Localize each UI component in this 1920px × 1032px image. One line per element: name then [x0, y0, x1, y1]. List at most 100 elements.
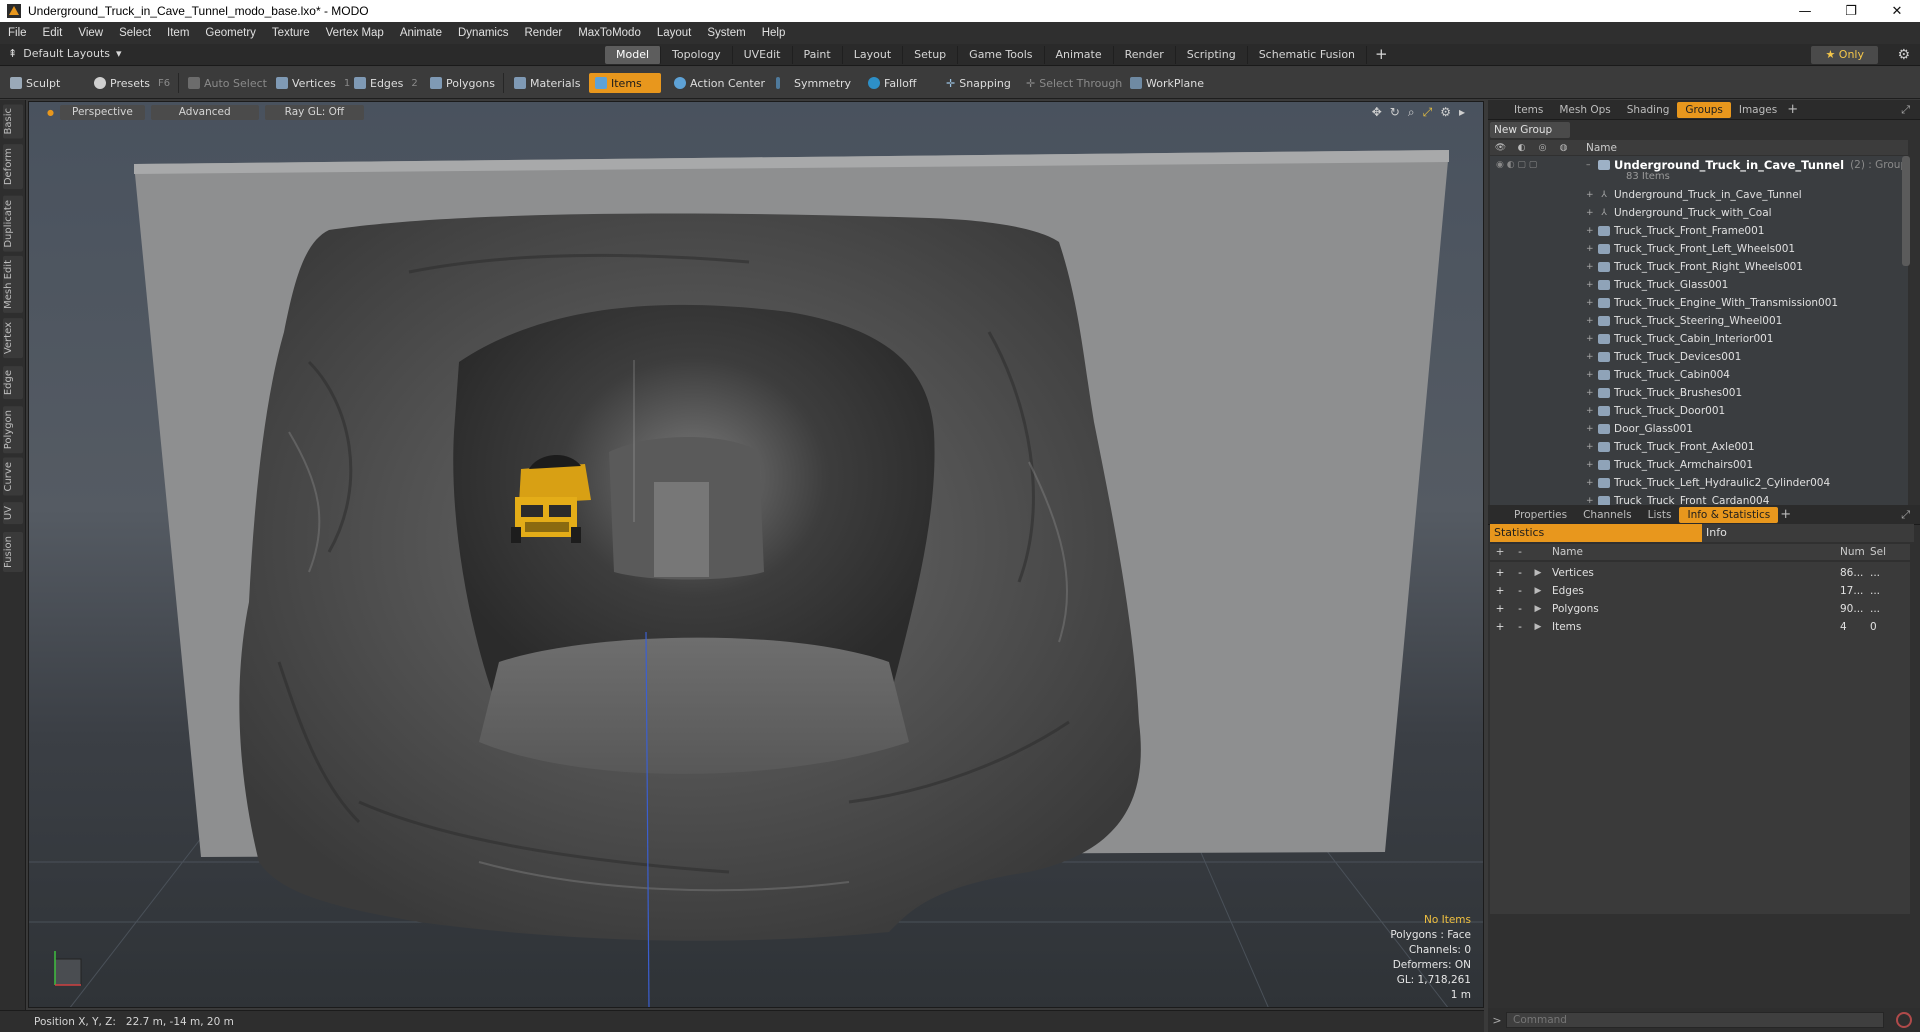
group-item-row[interactable]: + Truck_Truck_Cabin004: [1490, 366, 1908, 384]
group-item-row[interactable]: + Truck_Truck_Glass001: [1490, 276, 1908, 294]
group-item-row[interactable]: + Truck_Truck_Front_Axle001: [1490, 438, 1908, 456]
expand-icon[interactable]: +: [1586, 334, 1598, 344]
minimize-button[interactable]: —: [1782, 0, 1828, 22]
tab-game-tools[interactable]: Game Tools: [958, 46, 1045, 64]
group-list-scrollbar[interactable]: [1902, 156, 1910, 266]
expand-icon[interactable]: +: [1586, 388, 1598, 398]
expand-icon[interactable]: +: [1586, 352, 1598, 362]
expand-icon[interactable]: +: [1586, 190, 1598, 200]
group-item-row[interactable]: + Truck_Truck_Brushes001: [1490, 384, 1908, 402]
expand-icon[interactable]: +: [1586, 280, 1598, 290]
group-item-row[interactable]: + Truck_Truck_Devices001: [1490, 348, 1908, 366]
stats-row-items[interactable]: + - ▶ Items 4 0: [1490, 618, 1910, 636]
menu-render[interactable]: Render: [516, 27, 570, 39]
layout-preset-dropdown[interactable]: ⇞ Default Layouts ▾: [8, 47, 122, 60]
tab-items[interactable]: Items: [1506, 102, 1551, 118]
vertices-button[interactable]: Vertices 1: [270, 73, 356, 93]
items-button[interactable]: Items: [589, 73, 661, 93]
menu-system[interactable]: System: [699, 27, 753, 39]
remove-selection-icon[interactable]: -: [1510, 567, 1530, 579]
menu-geometry[interactable]: Geometry: [197, 27, 264, 39]
auto-select-button[interactable]: Auto Select: [182, 73, 273, 93]
expand-icon[interactable]: +: [1586, 370, 1598, 380]
stats-row-polygons[interactable]: + - ▶ Polygons 90... ...: [1490, 600, 1910, 618]
3d-viewport[interactable]: ● Perspective Advanced Ray GL: Off ✥ ↻ ⌕…: [28, 101, 1484, 1008]
snapping-button[interactable]: ✛ Snapping: [940, 73, 1017, 93]
expand-icon[interactable]: +: [1586, 442, 1598, 452]
tab-mesh-ops[interactable]: Mesh Ops: [1551, 102, 1618, 118]
polygons-button[interactable]: Polygons: [424, 73, 501, 93]
tab-uvedit[interactable]: UVEdit: [733, 46, 793, 64]
expand-icon[interactable]: +: [1586, 406, 1598, 416]
vtab-edge[interactable]: Edge: [3, 366, 23, 400]
edges-button[interactable]: Edges 2: [348, 73, 424, 93]
group-item-row[interactable]: + Truck_Truck_Armchairs001: [1490, 456, 1908, 474]
falloff-button[interactable]: Falloff: [862, 73, 922, 93]
sculpt-button[interactable]: Sculpt: [4, 73, 66, 93]
materials-button[interactable]: Materials: [508, 73, 586, 93]
tab-shading[interactable]: Shading: [1619, 102, 1678, 118]
menu-help[interactable]: Help: [754, 27, 794, 39]
remove-selection-icon[interactable]: -: [1510, 603, 1530, 615]
tab-topology[interactable]: Topology: [661, 46, 733, 64]
vtab-duplicate[interactable]: Duplicate: [3, 196, 23, 252]
shading-mode-button[interactable]: Advanced: [150, 104, 259, 120]
action-center-button[interactable]: Action Center: [668, 73, 771, 93]
expand-icon[interactable]: +: [1586, 478, 1598, 488]
expand-arrow-icon[interactable]: ▶: [1530, 604, 1546, 614]
add-selection-icon[interactable]: +: [1490, 603, 1510, 615]
group-row[interactable]: ◉ ◐ ▢ ▢ – Underground_Truck_in_Cave_Tunn…: [1490, 156, 1908, 174]
menu-edit[interactable]: Edit: [35, 27, 71, 39]
expand-icon[interactable]: +: [1586, 316, 1598, 326]
viewport-expand-icon[interactable]: ▸: [1459, 105, 1465, 120]
vtab-uv[interactable]: UV: [3, 502, 23, 525]
menu-select[interactable]: Select: [111, 27, 159, 39]
add-panel-tab-icon[interactable]: +: [1780, 507, 1791, 522]
vtab-polygon[interactable]: Polygon: [3, 406, 23, 454]
stats-row-edges[interactable]: + - ▶ Edges 17... ...: [1490, 582, 1910, 600]
maximize-button[interactable]: ❐: [1828, 0, 1874, 22]
fit-icon[interactable]: ⤢: [1423, 105, 1433, 120]
tab-model[interactable]: Model: [605, 46, 662, 64]
add-panel-tab-icon[interactable]: +: [1787, 102, 1798, 117]
remove-selection-icon[interactable]: -: [1510, 585, 1530, 597]
close-button[interactable]: ✕: [1874, 0, 1920, 22]
expand-panel-icon[interactable]: ⤢: [1901, 103, 1910, 117]
tab-schematic-fusion[interactable]: Schematic Fusion: [1248, 46, 1368, 64]
group-item-row[interactable]: + Truck_Truck_Front_Frame001: [1490, 222, 1908, 240]
expand-arrow-icon[interactable]: ▶: [1530, 586, 1546, 596]
expand-arrow-icon[interactable]: ▶: [1530, 622, 1546, 632]
collapse-icon[interactable]: –: [1586, 160, 1598, 170]
remove-selection-icon[interactable]: -: [1510, 621, 1530, 633]
expand-icon[interactable]: +: [1586, 424, 1598, 434]
expand-icon[interactable]: +: [1586, 226, 1598, 236]
tab-info-statistics[interactable]: Info & Statistics: [1679, 506, 1779, 523]
group-item-row[interactable]: + ⅄ Underground_Truck_with_Coal: [1490, 204, 1908, 222]
tab-animate[interactable]: Animate: [1045, 46, 1114, 64]
expand-arrow-icon[interactable]: ▶: [1530, 568, 1546, 578]
presets-button[interactable]: Presets F6: [88, 73, 176, 93]
add-selection-icon[interactable]: +: [1490, 621, 1510, 633]
view-perspective-button[interactable]: Perspective: [59, 104, 145, 120]
expand-all-icon[interactable]: +: [1490, 546, 1510, 558]
vtab-vertex[interactable]: Vertex: [3, 318, 23, 359]
menu-maxtomodo[interactable]: MaxToModo: [570, 27, 649, 39]
group-item-row[interactable]: + Truck_Truck_Door001: [1490, 402, 1908, 420]
command-input[interactable]: [1506, 1012, 1884, 1028]
zoom-icon[interactable]: ⌕: [1408, 105, 1415, 120]
tab-properties[interactable]: Properties: [1506, 507, 1575, 523]
menu-file[interactable]: File: [0, 27, 35, 39]
symmetry-button[interactable]: Symmetry: [770, 73, 857, 93]
menu-animate[interactable]: Animate: [392, 27, 450, 39]
menu-texture[interactable]: Texture: [264, 27, 318, 39]
workplane-button[interactable]: WorkPlane: [1124, 73, 1210, 93]
expand-icon[interactable]: +: [1586, 244, 1598, 254]
tab-scripting[interactable]: Scripting: [1176, 46, 1248, 64]
menu-dynamics[interactable]: Dynamics: [450, 27, 516, 39]
stats-row-vertices[interactable]: + - ▶ Vertices 86... ...: [1490, 564, 1910, 582]
expand-icon[interactable]: +: [1586, 460, 1598, 470]
expand-icon[interactable]: +: [1586, 262, 1598, 272]
vtab-mesh-edit[interactable]: Mesh Edit: [3, 256, 23, 313]
group-item-row[interactable]: + Truck_Truck_Left_Hydraulic2_Cylinder004: [1490, 474, 1908, 492]
group-item-row[interactable]: + Truck_Truck_Front_Left_Wheels001: [1490, 240, 1908, 258]
